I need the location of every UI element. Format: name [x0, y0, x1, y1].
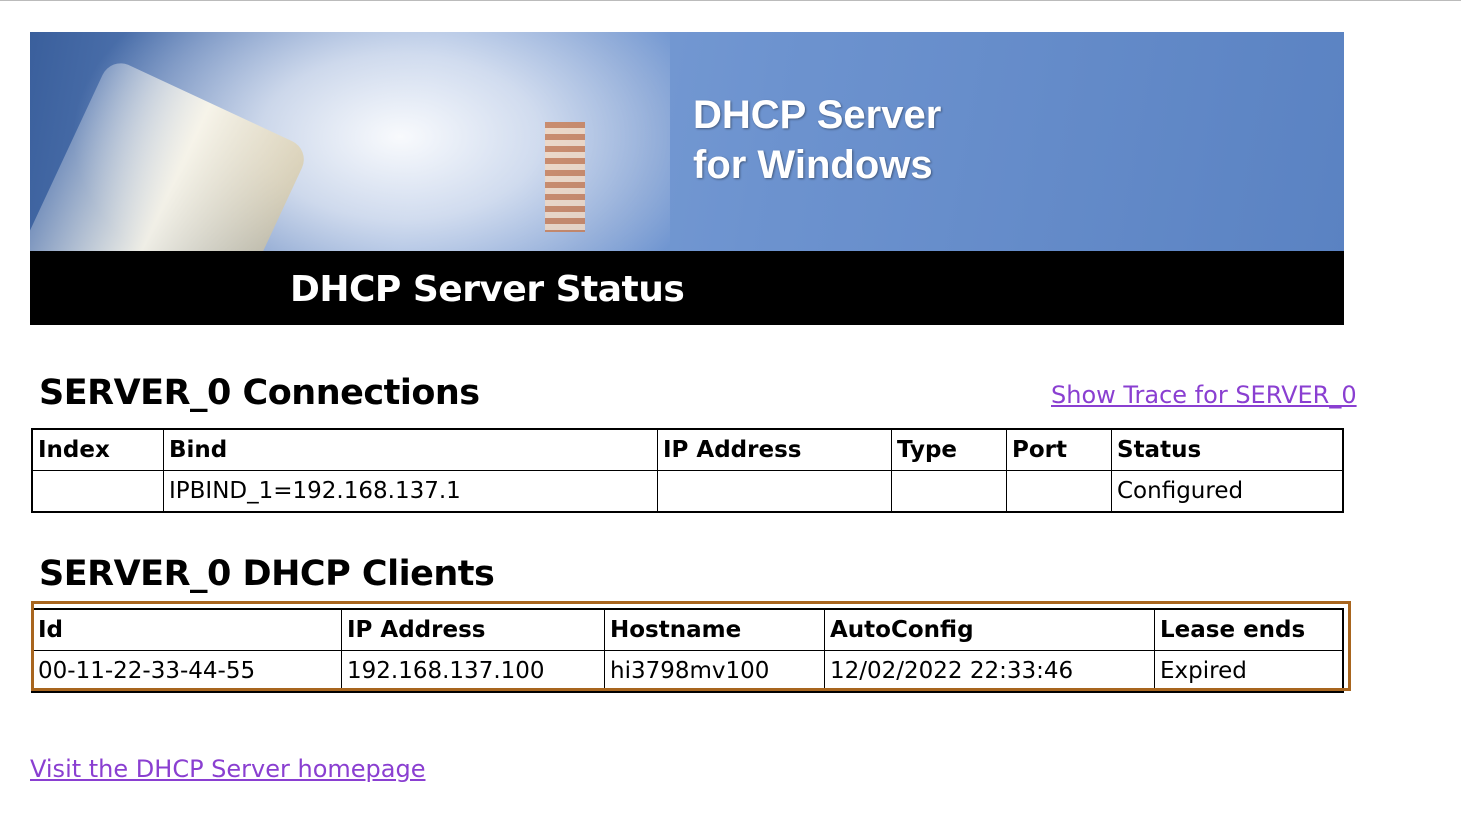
col-autoconfig: AutoConfig — [824, 608, 1155, 651]
clients-heading: SERVER_0 DHCP Clients — [39, 554, 495, 594]
page-title: DHCP Server Status — [290, 269, 685, 310]
header-banner: DHCP Server for Windows DHCP Server Stat… — [30, 32, 1344, 325]
cell-hostname: hi3798mv100 — [604, 650, 825, 693]
cell-status: Configured — [1111, 470, 1344, 513]
table-row: 00-11-22-33-44-55 192.168.137.100 hi3798… — [31, 650, 1344, 693]
cell-type — [891, 470, 1007, 513]
connections-heading: SERVER_0 Connections — [39, 373, 480, 413]
col-ip-address: IP Address — [657, 428, 892, 471]
col-port: Port — [1006, 428, 1112, 471]
plug-pins-image — [545, 122, 585, 232]
cell-index — [31, 470, 164, 513]
cell-ip-address — [657, 470, 892, 513]
cell-ip-address: 192.168.137.100 — [341, 650, 605, 693]
homepage-link[interactable]: Visit the DHCP Server homepage — [30, 755, 425, 783]
cell-bind: IPBIND_1=192.168.137.1 — [163, 470, 658, 513]
cell-port — [1006, 470, 1112, 513]
brand-line-1: DHCP Server — [693, 93, 942, 137]
table-header-row: Id IP Address Hostname AutoConfig Lease … — [31, 608, 1344, 651]
table-header-row: Index Bind IP Address Type Port Status — [31, 428, 1344, 471]
title-bar — [30, 251, 1344, 325]
brand-logo-text: DHCP Server for Windows — [693, 90, 941, 190]
col-type: Type — [891, 428, 1007, 471]
col-hostname: Hostname — [604, 608, 825, 651]
col-index: Index — [31, 428, 164, 471]
cell-lease-ends: Expired — [1154, 650, 1344, 693]
table-row: IPBIND_1=192.168.137.1 Configured — [31, 470, 1344, 513]
col-id: Id — [31, 608, 342, 651]
col-bind: Bind — [163, 428, 658, 471]
clients-table: Id IP Address Hostname AutoConfig Lease … — [31, 608, 1344, 693]
show-trace-link[interactable]: Show Trace for SERVER_0 — [1051, 381, 1357, 409]
col-lease-ends: Lease ends — [1154, 608, 1344, 651]
brand-line-2: for Windows — [693, 143, 933, 187]
connections-table: Index Bind IP Address Type Port Status I… — [31, 428, 1344, 513]
col-status: Status — [1111, 428, 1344, 471]
cell-autoconfig: 12/02/2022 22:33:46 — [824, 650, 1155, 693]
cell-id: 00-11-22-33-44-55 — [31, 650, 342, 693]
col-ip-address: IP Address — [341, 608, 605, 651]
